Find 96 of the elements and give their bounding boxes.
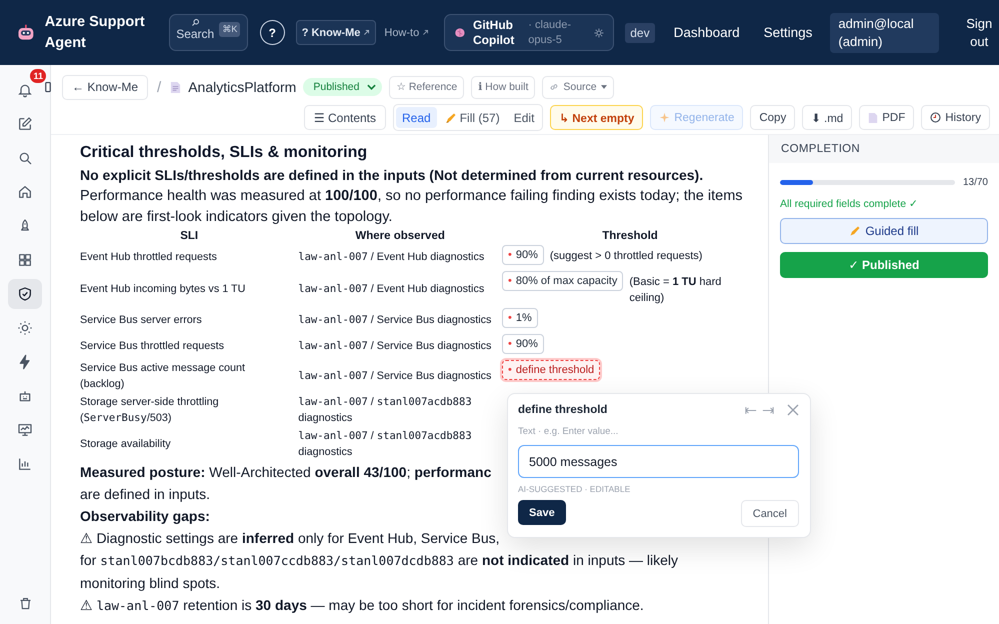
app-title: Azure Support Agent <box>44 12 146 52</box>
header-action-button[interactable]: ℹ How built <box>471 76 536 98</box>
paragraph-line: ⚠ Diagnostic settings are inferred only for Event Hub, Service Bus, <box>80 529 500 548</box>
settings-icon <box>593 26 606 38</box>
trash-icon <box>18 596 32 610</box>
environment-badge: dev <box>625 22 655 42</box>
how-to-link[interactable]: How-to <box>384 26 430 38</box>
table-cell: Service Bus active message count (backlog) <box>80 362 246 390</box>
toolbar-button[interactable]: History <box>921 105 990 130</box>
external-link-icon <box>422 29 430 36</box>
field-hint: Text · e.g. Enter value... <box>518 426 620 437</box>
threshold-input[interactable]: 5000 messages <box>518 445 799 478</box>
caret-icon <box>600 85 607 89</box>
copilot-selector[interactable]: GitHub Copilot · claude-opus-5 <box>444 14 614 51</box>
threshold-chip[interactable]: • 1% <box>502 308 538 328</box>
table-cell: Service Bus throttled requests <box>80 340 224 352</box>
panel-toggle-icon[interactable] <box>45 81 51 93</box>
table-cell: Storage server-side throttling (ServerBusy/503) <box>80 396 219 424</box>
save-button[interactable]: Save <box>518 500 566 525</box>
header-action-button[interactable]: Source <box>542 76 614 98</box>
table-cell: law-anl-007 / Service Bus diagnostics <box>298 314 492 326</box>
toolbar-button[interactable]: PDF <box>859 105 914 130</box>
clock-icon <box>930 112 942 123</box>
paragraph-line: are defined in inputs. <box>80 485 210 504</box>
sidebar-item[interactable] <box>8 279 42 309</box>
help-button[interactable]: ? <box>260 20 285 45</box>
cancel-button[interactable]: Cancel <box>740 500 799 527</box>
chevron-down-icon <box>367 84 376 90</box>
table-cell: Service Bus server errors <box>80 314 202 326</box>
mode-tab[interactable]: Read <box>396 107 437 128</box>
toolbar-button[interactable]: ⬇ .md <box>802 105 852 130</box>
guided-fill-button[interactable]: Guided fill <box>780 218 988 244</box>
progress-count: 13/70 <box>962 177 988 188</box>
sign-out-button[interactable]: Sign out <box>959 14 999 50</box>
threshold-chip[interactable]: • 80% of max capacity <box>502 271 624 291</box>
paragraph-line: Measured posture: Well-Architected overall 43/100; performanc <box>80 463 492 482</box>
grid-icon <box>17 252 33 268</box>
search-icon <box>17 150 33 166</box>
toolbar-button[interactable]: ↳ Next empty <box>550 105 644 130</box>
bell-icon <box>17 82 33 98</box>
know-me-button[interactable]: ? Know-Me <box>296 20 376 45</box>
paragraph-line: ⚠ law-anl-007 retention is 30 days — may be too short for incident forensics/compliance. <box>80 596 644 615</box>
threshold-chip[interactable]: • 90% <box>502 245 544 265</box>
user-menu[interactable]: admin@local (admin) <box>830 12 940 52</box>
threshold-note: (suggest > 0 throttled requests) <box>550 249 702 264</box>
monitor-icon <box>17 422 33 438</box>
search-icon <box>190 18 200 26</box>
document-icon <box>170 80 182 94</box>
contents-button[interactable]: ☰ Contents <box>304 105 386 130</box>
notification-count-badge: 11 <box>30 69 46 83</box>
search-button[interactable]: Search ⌘K <box>168 14 248 51</box>
toolbar-button[interactable]: Copy <box>750 105 796 130</box>
shield-check-icon <box>17 286 33 302</box>
external-link-icon <box>363 29 370 36</box>
status-dropdown[interactable]: Published <box>303 78 382 96</box>
bar-chart-icon <box>17 456 33 472</box>
table-cell: law-anl-007 / stanl007acdb883 diagnostics <box>298 430 472 458</box>
document-title: AnalyticsPlatform <box>188 79 296 95</box>
table-cell: law-anl-007 / Event Hub diagnostics <box>298 282 484 294</box>
paragraph-line: monitoring blind spots. <box>80 574 220 593</box>
table-cell: Event Hub throttled requests <box>80 251 217 263</box>
link-icon <box>549 82 560 92</box>
mode-tab[interactable]: Fill (57) <box>438 107 506 128</box>
document-icon <box>868 112 878 124</box>
home-icon <box>17 184 33 200</box>
panel-title: COMPLETION <box>781 143 860 155</box>
back-button[interactable]: ← Know-Me <box>62 74 148 100</box>
section-heading: Critical thresholds, SLIs & monitoring <box>80 143 368 163</box>
breadcrumb-separator: / <box>157 78 162 96</box>
paragraph-line: for stanl007bcdb883/stanl007ccdb883/stanl007dcdb883 are not indicated in inputs — likely <box>80 551 678 570</box>
threshold-note: (Basic = 1 TU hard ceiling) <box>629 275 722 306</box>
completion-status: All required fields complete ✓ <box>780 198 919 210</box>
column-header: SLI <box>180 230 198 242</box>
threshold-chip[interactable]: • 90% <box>502 334 544 354</box>
summary-sentence: No explicit SLIs/thresholds are defined in the inputs (Not determined from current resources). <box>80 166 704 185</box>
sun-icon <box>17 320 33 336</box>
column-header: Threshold <box>602 230 658 242</box>
table-cell: law-anl-007 / Service Bus diagnostics <box>298 370 492 382</box>
sparkle-icon <box>659 112 670 123</box>
intro-paragraph: Performance health was measured at 100/100, so no performance failing finding exists today; the items below are first-look indicators given the topology. <box>80 187 744 227</box>
popover-title: define threshold <box>518 404 608 416</box>
edit-icon <box>17 116 33 132</box>
table-cell: law-anl-007 / Service Bus diagnostics <box>298 340 492 352</box>
mode-tab[interactable]: Edit <box>508 107 540 128</box>
column-header: Where observed <box>355 230 445 242</box>
nav-link[interactable]: Dashboard <box>674 25 740 40</box>
paragraph-line: Observability gaps: <box>80 507 210 526</box>
robot-logo-icon <box>16 22 36 42</box>
suggestion-note: AI-SUGGESTED · EDITABLE <box>518 484 632 494</box>
table-cell: law-anl-007 / Event Hub diagnostics <box>298 251 484 263</box>
table-cell: Storage availability <box>80 438 171 450</box>
threshold-chip[interactable]: • define threshold <box>502 360 600 380</box>
header-action-button[interactable]: ☆ Reference <box>389 76 464 98</box>
shortcut-badge: ⌘K <box>219 22 240 36</box>
nav-link[interactable]: Settings <box>764 25 812 40</box>
table-cell: Event Hub incoming bytes vs 1 TU <box>80 282 246 294</box>
